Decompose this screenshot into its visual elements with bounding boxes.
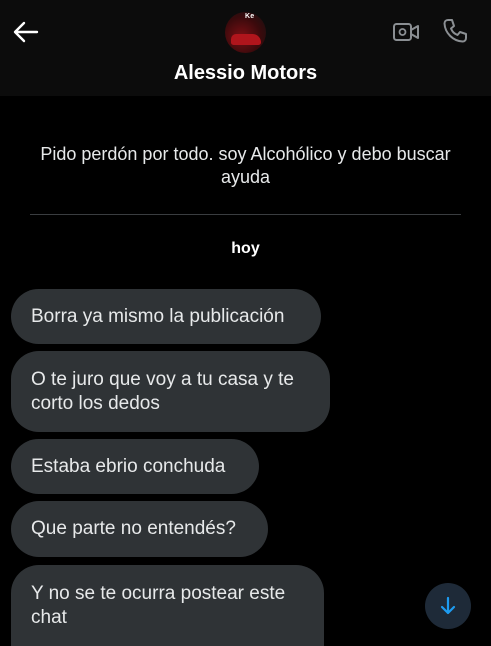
phone-icon [443,19,467,43]
video-call-button[interactable] [390,18,422,46]
scroll-to-bottom-button[interactable] [425,583,471,629]
chat-header: Ke Alessio Motors [0,0,491,96]
contact-name[interactable]: Alessio Motors [0,62,491,85]
date-separator: hoy [231,240,260,257]
message-text: O te juro que voy a tu casa y te corto l… [31,368,294,414]
previous-message: Pido perdón por todo. soy Alcohólico y d… [40,144,451,187]
back-button[interactable] [12,18,40,46]
video-camera-icon [393,23,419,41]
avatar-car-image [231,34,261,45]
voice-call-button[interactable] [440,16,470,46]
divider [30,214,461,215]
avatar-logo-text: Ke [245,13,255,20]
message-bubble[interactable]: O te juro que voy a tu casa y te corto l… [11,351,330,432]
message-text: Borra ya mismo la publicación [31,305,285,327]
message-text: Y no se te ocurra postear este chat [31,582,286,628]
message-bubble[interactable]: Borra ya mismo la publicación [11,289,321,344]
message-bubble[interactable]: Y no se te ocurra postear este chat [11,565,324,646]
message-text: Que parte no entendés? [31,518,236,539]
message-bubble[interactable]: Estaba ebrio conchuda [11,439,259,494]
message-text: Estaba ebrio conchuda [31,455,226,477]
arrow-down-icon [440,596,456,615]
arrow-left-icon [13,21,39,43]
message-bubble[interactable]: Que parte no entendés? [11,501,268,557]
avatar[interactable]: Ke [225,12,266,53]
